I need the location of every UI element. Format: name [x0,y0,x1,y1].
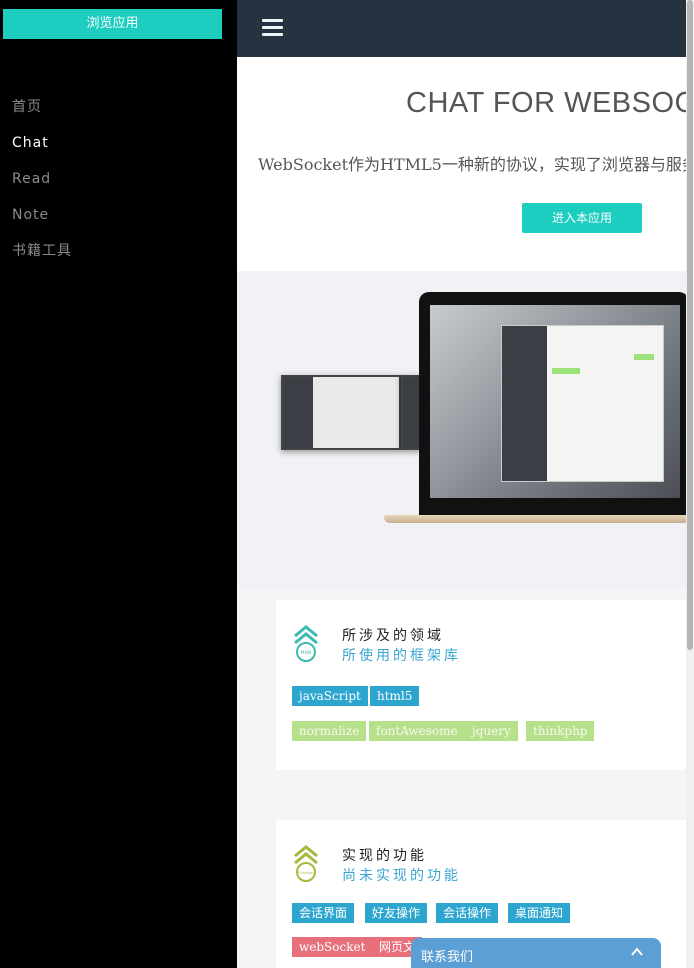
hero-description: WebSocket作为HTML5一种新的协议，实现了浏览器与服务器 [258,155,686,174]
tag-html5: html5 [370,686,420,706]
domains-card: MAIN 所涉及的领域 所使用的框架库 javaScript html5 nor… [276,600,686,770]
page-title: CHAT FOR WEBSOC [406,87,686,119]
chevron-up-circle-icon: MAIN [294,625,318,662]
chevron-up-circle-icon: Function [294,845,318,882]
sidebar: 浏览应用 首页 Chat Read Note 书籍工具 [0,0,237,968]
app-showcase-image [237,272,686,588]
enter-app-button[interactable]: 进入本应用 [522,203,642,233]
hero-section: CHAT FOR WEBSOC WebSocket作为HTML5一种新的协议，实… [237,57,686,271]
frameworks-subtitle: 所使用的框架库 [342,648,461,664]
tag-javascript: javaScript [292,686,368,706]
tag-session-ops: 会话操作 [436,903,499,923]
tag-friend-ops: 好友操作 [365,903,428,923]
features-title: 实现的功能 [342,848,427,864]
svg-text:Function: Function [299,871,314,875]
domains-title: 所涉及的领域 [342,628,444,644]
contact-us-label: 联系我们 [421,950,474,965]
chat-app-sidebar-preview [502,326,547,481]
sidebar-item-note[interactable]: Note [12,204,72,240]
tag-session-ui: 会话界面 [292,903,355,923]
svg-text:MAIN: MAIN [301,650,311,655]
tag-websocket: webSocket [292,937,373,957]
laptop-display [430,305,680,498]
page-scrollbar[interactable] [686,0,694,968]
menu-icon[interactable] [262,19,283,36]
top-bar [237,0,686,57]
sidebar-item-book-tools[interactable]: 书籍工具 [12,240,72,276]
sidebar-item-read[interactable]: Read [12,168,72,204]
unimplemented-subtitle: 尚未实现的功能 [342,868,461,884]
tag-jquery: jquery [465,721,518,741]
sidebar-nav: 首页 Chat Read Note 书籍工具 [12,96,72,276]
browse-apps-button[interactable]: 浏览应用 [3,9,222,39]
sidebar-item-chat[interactable]: Chat [12,132,72,168]
tag-desktop-notify: 桌面通知 [508,903,571,923]
preview-window-left [281,375,401,450]
tag-normalize: normalize [292,721,367,741]
tag-fontawesome: fontAwesome [369,721,465,741]
tag-thinkphp: thinkphp [526,721,595,741]
laptop-base [384,515,686,523]
main-content: CHAT FOR WEBSOC WebSocket作为HTML5一种新的协议，实… [237,0,686,968]
chat-app-preview [501,325,664,482]
laptop-screen [419,292,686,517]
chevron-up-icon[interactable] [631,946,643,958]
scrollbar-thumb[interactable] [687,0,693,650]
contact-us-bar[interactable]: 联系我们 [411,938,661,968]
sidebar-item-home[interactable]: 首页 [12,96,72,132]
laptop-image [384,292,686,537]
